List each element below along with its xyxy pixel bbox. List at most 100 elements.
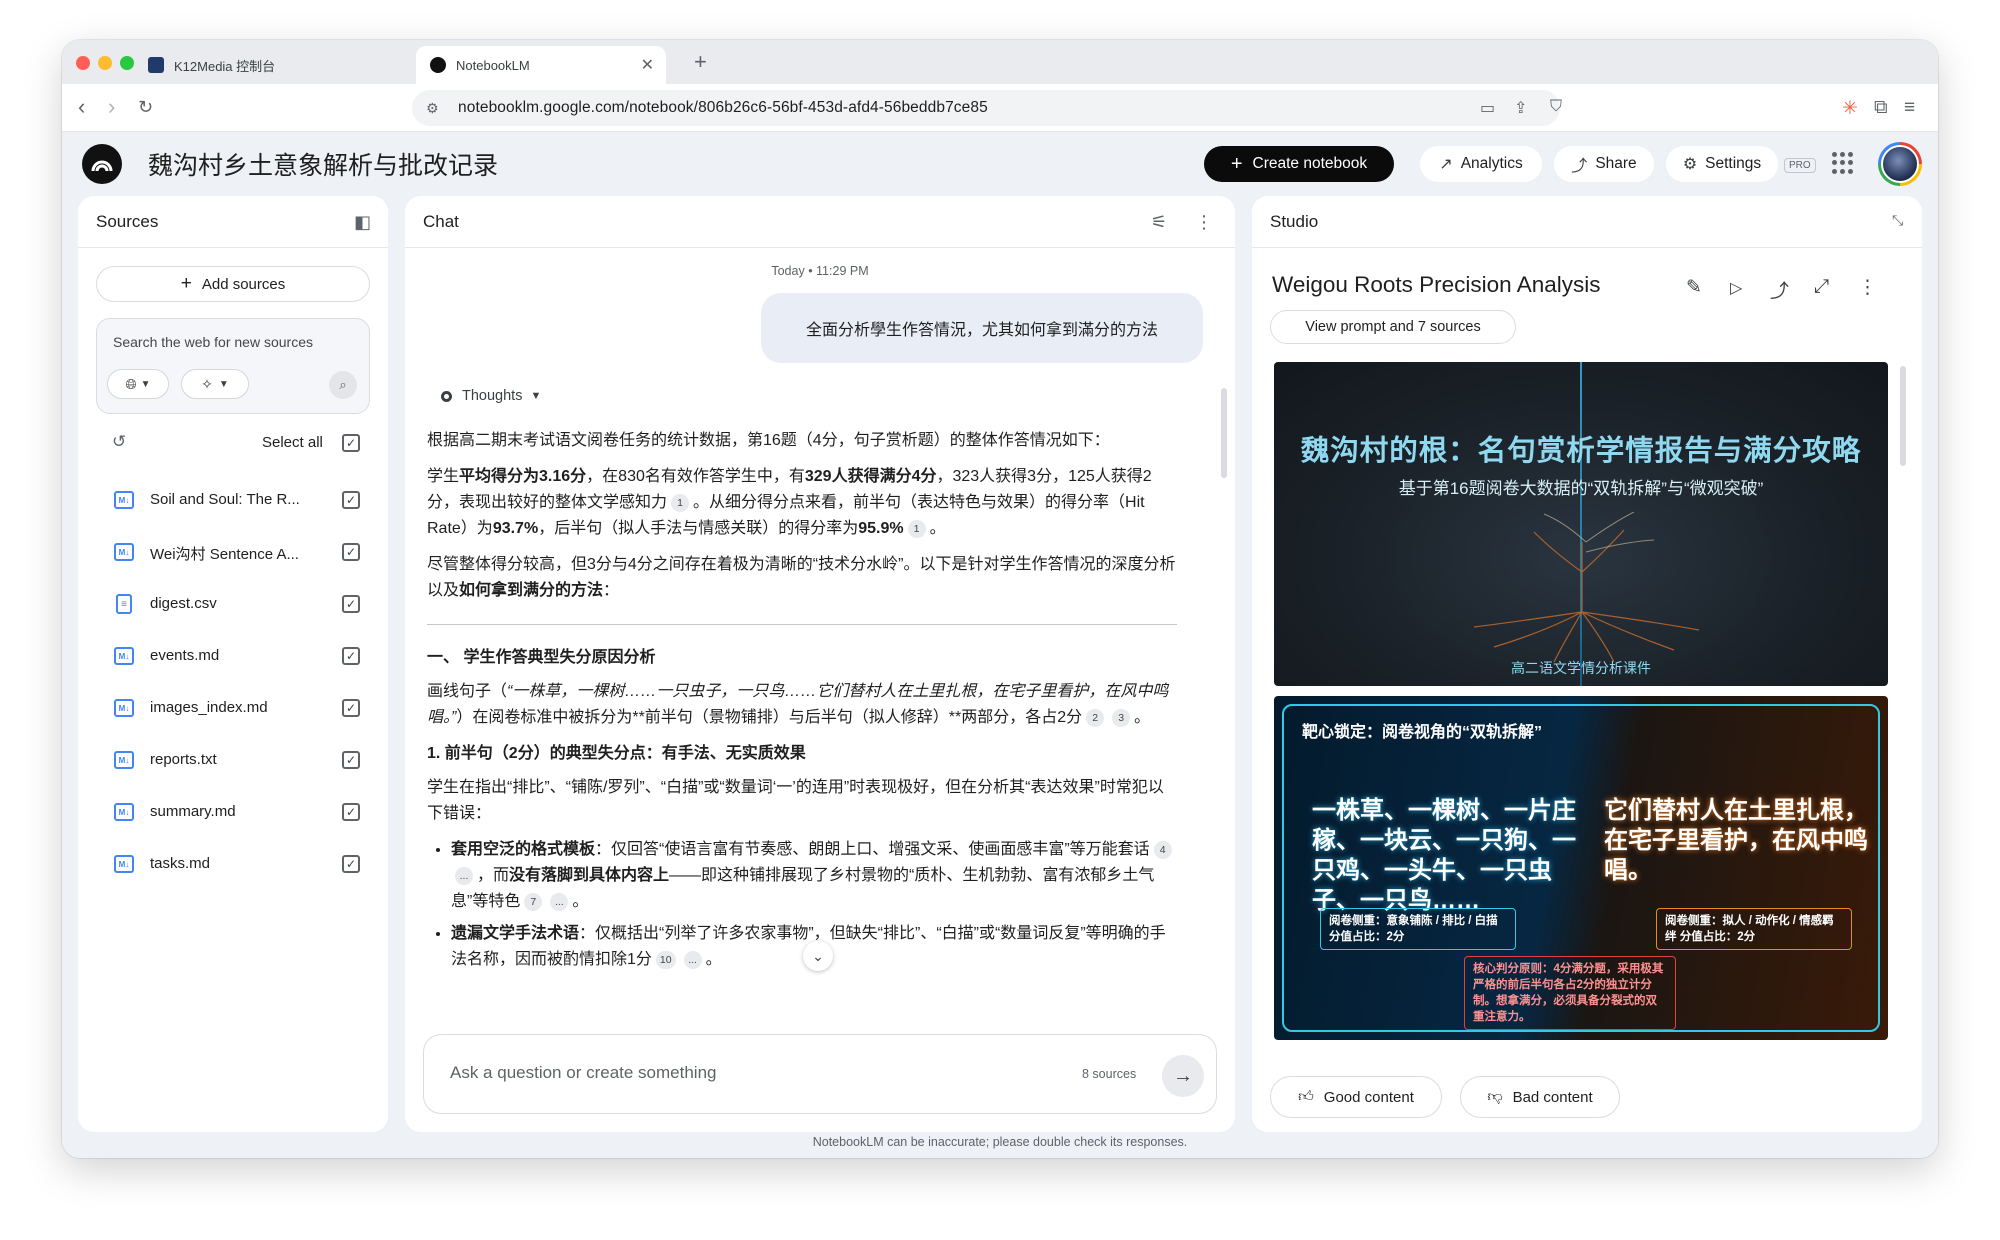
select-all-checkbox[interactable]: ✓: [342, 434, 360, 452]
source-checkbox[interactable]: ✓: [342, 595, 360, 613]
slide-tag-right: 阅卷侧重：拟人 / 动作化 / 情感羁绊 分值占比：2分: [1656, 908, 1852, 950]
scroll-down-button[interactable]: ⌄: [803, 941, 833, 971]
source-checkbox[interactable]: ✓: [342, 855, 360, 873]
citation-chip[interactable]: ...: [683, 951, 702, 969]
share-button[interactable]: ⤴ Share: [1554, 146, 1654, 182]
more-vert-icon[interactable]: ⋮: [1195, 212, 1213, 233]
studio-panel: Studio ⤡ Weigou Roots Precision Analysis…: [1252, 196, 1922, 1132]
tab-strip: K12Media 控制台 NotebookLM ✕ +: [62, 40, 1938, 84]
apps-grid-icon[interactable]: [1832, 152, 1854, 174]
share-icon[interactable]: ⤴: [1770, 276, 1789, 303]
research-mode-dropdown[interactable]: ✧ ▼: [181, 369, 249, 399]
web-source-dropdown[interactable]: 🌐︎ ▼: [107, 369, 169, 399]
source-item[interactable]: M↓ summary.md ✓: [96, 794, 370, 830]
reload-icon[interactable]: ↻: [138, 96, 153, 118]
search-submit-button[interactable]: ⌕: [329, 371, 357, 399]
md-file-icon: M↓: [114, 803, 134, 821]
citation-chip[interactable]: 3: [1112, 709, 1131, 727]
avatar[interactable]: [1878, 142, 1922, 186]
sources-panel: Sources ◧ + Add sources Search the web f…: [78, 196, 388, 1132]
more-vert-icon[interactable]: ⋮: [1858, 276, 1877, 299]
source-item[interactable]: M↓ reports.txt ✓: [96, 742, 370, 778]
disclaimer: NotebookLM can be inaccurate; please dou…: [812, 1135, 1188, 1149]
source-checkbox[interactable]: ✓: [342, 491, 360, 509]
settings-button[interactable]: ⚙ Settings: [1666, 146, 1778, 182]
source-checkbox[interactable]: ✓: [342, 751, 360, 769]
source-name: Soil and Soul: The R...: [150, 491, 300, 508]
notebook-title[interactable]: 魏沟村乡土意象解析与批改记录: [148, 146, 498, 182]
citation-chip[interactable]: 2: [1086, 709, 1105, 727]
source-checkbox[interactable]: ✓: [342, 647, 360, 665]
source-checkbox[interactable]: ✓: [342, 543, 360, 561]
thumbs-up-icon: 👍︎: [1298, 1088, 1314, 1105]
trending-up-icon: ↗: [1439, 156, 1453, 173]
refresh-sources-icon[interactable]: ↺: [112, 432, 126, 452]
notebooklm-logo-icon[interactable]: [82, 144, 122, 184]
source-item[interactable]: ≡ digest.csv ✓: [96, 586, 370, 622]
thoughts-toggle[interactable]: Thoughts ▼: [441, 388, 541, 404]
add-sources-button[interactable]: + Add sources: [96, 266, 370, 302]
chevron-down-icon: ▼: [218, 378, 229, 390]
source-item[interactable]: M↓ tasks.md ✓: [96, 846, 370, 882]
md-file-icon: M↓: [114, 543, 134, 561]
chat-panel: Chat ⚟ ⋮ Today • 11:29 PM 全面分析學生作答情況，尤其如…: [405, 196, 1235, 1132]
play-icon[interactable]: ▷: [1730, 278, 1742, 298]
plus-icon: +: [1230, 152, 1243, 175]
md-file-icon: M↓: [114, 751, 134, 769]
back-icon[interactable]: ‹: [78, 96, 85, 118]
source-checkbox[interactable]: ✓: [342, 699, 360, 717]
citation-chip[interactable]: ...: [455, 867, 473, 885]
tab-notebooklm[interactable]: NotebookLM ✕: [416, 46, 666, 84]
view-prompt-button[interactable]: View prompt and 7 sources: [1270, 310, 1516, 344]
maximize-window-button[interactable]: [120, 56, 134, 70]
logo-glyph-icon: [91, 160, 113, 172]
send-button[interactable]: →: [1162, 1055, 1204, 1097]
chat-input[interactable]: Ask a question or create something 8 sou…: [423, 1034, 1217, 1114]
citation-chip[interactable]: 1: [907, 520, 926, 538]
fullscreen-icon[interactable]: ⤢: [1814, 276, 1829, 298]
assistant-response: 根据高二期末考试语文阅卷任务的统计数据，第16题（4分，句子赏析题）的整体作答情…: [427, 428, 1177, 979]
source-item[interactable]: M↓ Wei沟村 Sentence A... ✓: [96, 534, 370, 570]
source-item[interactable]: M↓ Soil and Soul: The R... ✓: [96, 482, 370, 518]
source-item[interactable]: M↓ images_index.md ✓: [96, 690, 370, 726]
cast-icon[interactable]: ▭: [1480, 98, 1495, 118]
slide-thumbnail[interactable]: 靶心锁定：阅卷视角的“双轨拆解” 一株草、一棵树、一片庄稼、一块云、一只狗、一只…: [1274, 696, 1888, 1040]
source-item[interactable]: M↓ events.md ✓: [96, 638, 370, 674]
notebooklm-app: 魏沟村乡土意象解析与批改记录 + Create notebook ↗ Analy…: [62, 132, 1938, 1158]
close-tab-icon[interactable]: ✕: [641, 55, 654, 75]
chat-settings-icon[interactable]: ⚟: [1151, 212, 1167, 233]
chat-messages[interactable]: Today • 11:29 PM 全面分析學生作答情況，尤其如何拿到滿分的方法 …: [405, 248, 1235, 1008]
share-page-icon[interactable]: ⇪: [1514, 98, 1527, 118]
puzzle-icon[interactable]: ⧉: [1874, 97, 1888, 119]
tab-k12media[interactable]: K12Media 控制台: [134, 46, 334, 84]
citation-chip[interactable]: 1: [671, 494, 690, 512]
chevron-down-icon: ▼: [140, 378, 151, 390]
site-settings-icon[interactable]: ⚙: [426, 100, 442, 117]
collapse-icon[interactable]: ⤡: [1892, 212, 1903, 229]
shield-icon[interactable]: ⛉: [1550, 98, 1562, 116]
new-tab-icon[interactable]: +: [694, 49, 707, 75]
menu-icon[interactable]: ≡: [1904, 97, 1915, 119]
doc-file-icon: ≡: [116, 594, 132, 614]
collapse-panel-icon[interactable]: ◧: [354, 212, 371, 233]
citation-chip[interactable]: 7: [524, 893, 543, 911]
edit-icon[interactable]: ✎: [1686, 276, 1702, 299]
slide-thumbnail[interactable]: 魏沟村的根：名句赏析学情报告与满分攻略 基于第16题阅卷大数据的“双轨拆解”与“…: [1274, 362, 1888, 686]
close-window-button[interactable]: [76, 56, 90, 70]
forward-icon[interactable]: ›: [108, 96, 115, 118]
citation-chip[interactable]: ...: [550, 893, 569, 911]
good-content-button[interactable]: 👍︎ Good content: [1270, 1076, 1442, 1118]
extension-icon[interactable]: ✳: [1842, 97, 1858, 120]
citation-chip[interactable]: 10: [655, 951, 676, 969]
source-checkbox[interactable]: ✓: [342, 803, 360, 821]
create-notebook-button[interactable]: + Create notebook: [1204, 146, 1394, 182]
address-bar[interactable]: ⚙ notebooklm.google.com/notebook/806b26c…: [412, 90, 1562, 126]
web-search-input[interactable]: Search the web for new sources: [113, 334, 313, 350]
bad-content-button[interactable]: 👎︎ Bad content: [1460, 1076, 1620, 1118]
analytics-button[interactable]: ↗ Analytics: [1420, 146, 1542, 182]
studio-scrollbar[interactable]: [1900, 366, 1906, 466]
chat-scrollbar[interactable]: [1221, 388, 1227, 478]
thumbs-down-icon: 👎︎: [1487, 1088, 1503, 1105]
citation-chip[interactable]: 4: [1153, 841, 1172, 859]
minimize-window-button[interactable]: [98, 56, 112, 70]
